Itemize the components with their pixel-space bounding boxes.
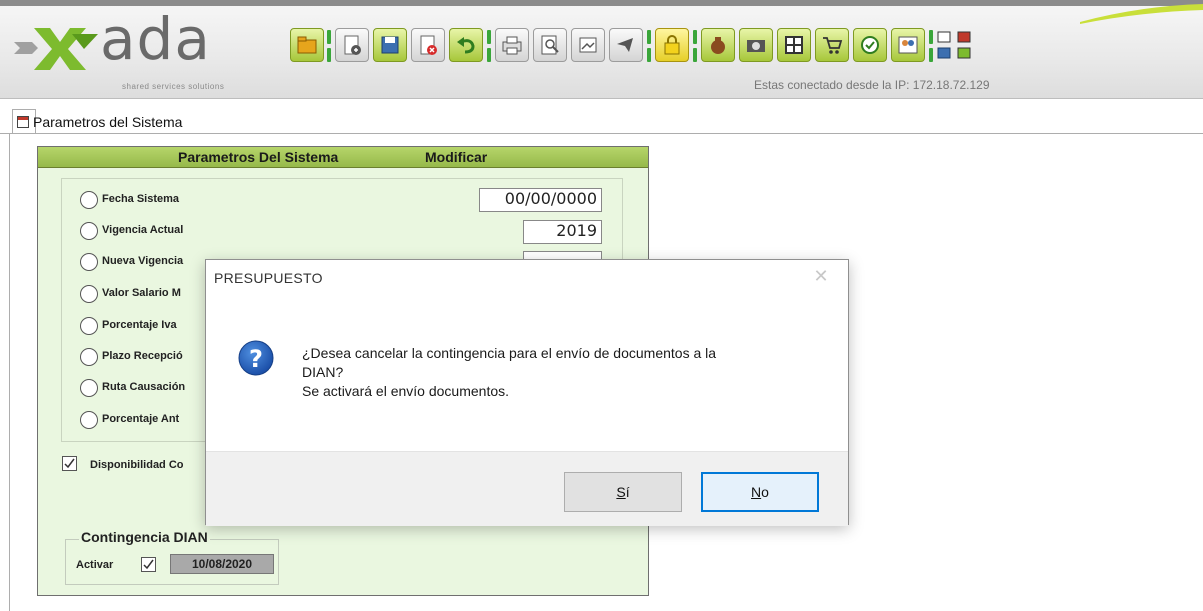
toolbar-separator xyxy=(929,30,933,62)
ada-logo: ada shared services solutions xyxy=(14,8,284,92)
grid-icon[interactable] xyxy=(777,28,811,62)
no-label: o xyxy=(761,484,769,500)
logo-wordmark: ada xyxy=(100,5,211,73)
logo-x-icon xyxy=(14,28,98,70)
row-label: Porcentaje Ant xyxy=(102,413,180,425)
approve-icon[interactable] xyxy=(853,28,887,62)
row-label: Valor Salario M xyxy=(102,287,181,299)
no-button[interactable]: No xyxy=(701,472,819,512)
row-label: Vigencia Actual xyxy=(102,224,184,236)
windows-icon[interactable] xyxy=(936,30,954,64)
logo-subtitle: shared services solutions xyxy=(122,82,225,91)
yes-label: í xyxy=(625,484,630,500)
app-header: ada shared services solutions Estas cone… xyxy=(0,0,1203,99)
open-folder-icon[interactable] xyxy=(290,28,324,62)
window-icon xyxy=(17,116,29,128)
activar-label: Activar xyxy=(76,559,114,571)
panel-title: Parametros Del Sistema xyxy=(178,149,339,165)
undo-icon[interactable] xyxy=(449,28,483,62)
vigencia-actual-field[interactable]: 2019 xyxy=(523,220,602,244)
radio-button[interactable] xyxy=(80,191,98,209)
row-label: Fecha Sistema xyxy=(102,193,180,205)
row-label: Nueva Vigencia xyxy=(102,255,184,267)
disponibilidad-checkbox[interactable] xyxy=(62,456,77,471)
svg-text:?: ? xyxy=(249,345,263,373)
row-label: Ruta Causación xyxy=(102,381,186,393)
toolbar-separator xyxy=(327,30,331,62)
radio-button[interactable] xyxy=(80,379,98,397)
money-bag-icon[interactable] xyxy=(701,28,735,62)
exit-icon[interactable] xyxy=(956,30,974,64)
toolbar-separator xyxy=(487,30,491,62)
toolbar-separator xyxy=(693,30,697,62)
panel-header: Parametros Del Sistema Modificar xyxy=(38,147,648,168)
radio-button[interactable] xyxy=(80,317,98,335)
send-icon[interactable] xyxy=(609,28,643,62)
disponibilidad-label: Disponibilidad Co xyxy=(90,459,184,471)
no-mnemonic: N xyxy=(751,484,762,500)
yes-button[interactable]: Sí xyxy=(564,472,682,512)
dialog-message: ¿Desea cancelar la contingencia para el … xyxy=(302,344,822,401)
dialog-message-line: DIAN? xyxy=(302,364,344,380)
question-icon: ? xyxy=(238,340,274,376)
ip-status: Estas conectado desde la IP: 172.18.72.1… xyxy=(754,78,990,92)
toolbar-separator xyxy=(647,30,651,62)
tab-label: Parametros del Sistema xyxy=(33,114,183,130)
lock-icon[interactable] xyxy=(655,28,689,62)
fecha-sistema-field[interactable]: 00/00/0000 xyxy=(479,188,602,212)
header-swoosh xyxy=(1080,4,1203,24)
row-label: Plazo Recepció xyxy=(102,350,183,362)
delete-icon[interactable] xyxy=(411,28,445,62)
confirm-dialog: PRESUPUESTO ✕ ? ¿Desea cancelar la conti… xyxy=(205,259,849,526)
panel-mode: Modificar xyxy=(425,149,488,165)
close-icon[interactable]: ✕ xyxy=(810,266,832,287)
export-icon[interactable] xyxy=(571,28,605,62)
dialog-message-line: ¿Desea cancelar la contingencia para el … xyxy=(302,345,717,361)
contingencia-date-field[interactable]: 10/08/2020 xyxy=(170,554,274,574)
dialog-message-line: Se activará el envío documentos. xyxy=(302,383,510,399)
print-icon[interactable] xyxy=(495,28,529,62)
tab-parametros-sistema[interactable]: Parametros del Sistema xyxy=(12,109,182,134)
preview-icon[interactable] xyxy=(533,28,567,62)
tab-divider xyxy=(0,133,1203,134)
radio-button[interactable] xyxy=(80,285,98,303)
new-document-icon[interactable] xyxy=(335,28,369,62)
save-icon[interactable] xyxy=(373,28,407,62)
activar-checkbox[interactable] xyxy=(141,557,156,572)
users-icon[interactable] xyxy=(891,28,925,62)
cart-icon[interactable] xyxy=(815,28,849,62)
camera-icon[interactable] xyxy=(739,28,773,62)
radio-button[interactable] xyxy=(80,222,98,240)
contingencia-title: Contingencia DIAN xyxy=(79,529,210,545)
yes-mnemonic: S xyxy=(616,484,626,500)
row-label: Porcentaje Iva xyxy=(102,319,177,331)
radio-button[interactable] xyxy=(80,411,98,429)
radio-button[interactable] xyxy=(80,348,98,366)
content-left-border xyxy=(9,134,10,611)
radio-button[interactable] xyxy=(80,253,98,271)
dialog-title: PRESUPUESTO xyxy=(214,270,323,286)
dialog-button-bar: Sí No xyxy=(206,451,848,526)
